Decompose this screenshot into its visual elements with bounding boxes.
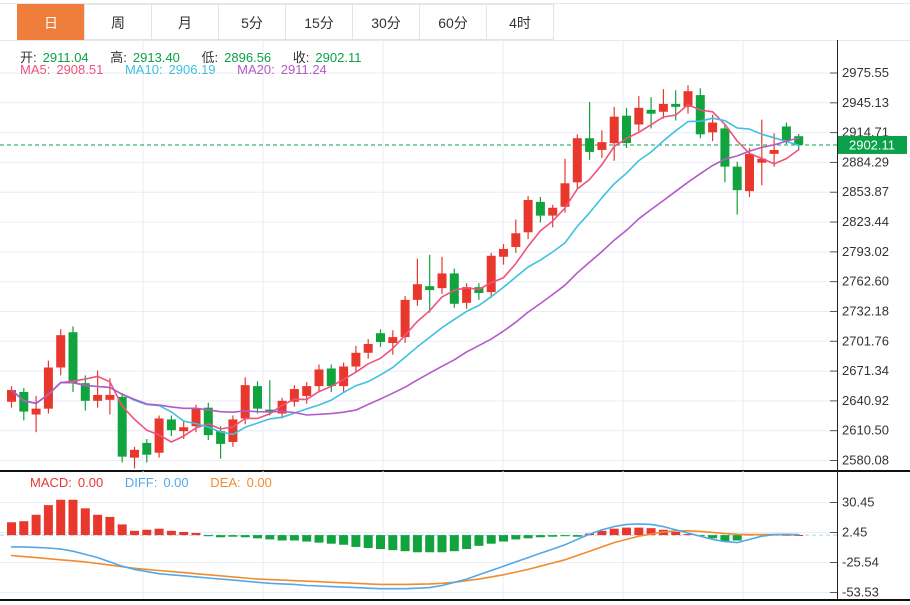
timeframe-tab-bar: 日周月5分15分30分60分4时 [18, 4, 554, 40]
macd-chart-svg[interactable]: 30.45 2.45 -25.54 -53.53 [0, 471, 910, 600]
ma5-label: MA5: [20, 62, 50, 77]
ma5-value: 2908.51 [56, 62, 103, 77]
svg-text:2945.13: 2945.13 [842, 95, 889, 110]
svg-text:2732.18: 2732.18 [842, 303, 889, 318]
main-candlestick-chart[interactable]: 2975.552945.132914.712884.292853.872823.… [0, 40, 910, 475]
svg-text:30.45: 30.45 [842, 495, 875, 510]
svg-text:2902.11: 2902.11 [849, 137, 895, 152]
ma10-label: MA10: [125, 62, 163, 77]
tab-60min[interactable]: 60分 [419, 4, 487, 40]
svg-text:-53.53: -53.53 [842, 584, 879, 599]
price-axis-line [837, 40, 838, 600]
svg-text:2762.60: 2762.60 [842, 274, 889, 289]
main-chart-svg[interactable]: 2975.552945.132914.712884.292853.872823.… [0, 40, 910, 470]
macd-legend: MACD: 0.00 DIFF: 0.00 DEA: 0.00 [30, 475, 278, 490]
diff-label: DIFF: [125, 475, 158, 490]
dea-value: 0.00 [247, 475, 272, 490]
tab-5min[interactable]: 5分 [218, 4, 286, 40]
svg-text:2671.34: 2671.34 [842, 363, 889, 378]
ma-legend: MA5: 2908.51 MA10: 2906.19 MA20: 2911.24 [20, 62, 333, 77]
svg-text:2701.76: 2701.76 [842, 333, 889, 348]
svg-text:2823.44: 2823.44 [842, 214, 889, 229]
tab-day[interactable]: 日 [17, 4, 85, 40]
tab-month[interactable]: 月 [151, 4, 219, 40]
svg-text:2793.02: 2793.02 [842, 244, 889, 259]
ma10-value: 2906.19 [169, 62, 216, 77]
tab-30min[interactable]: 30分 [352, 4, 420, 40]
bottom-border [0, 599, 910, 601]
ma20-value: 2911.24 [281, 62, 327, 77]
tab-15min[interactable]: 15分 [285, 4, 353, 40]
macd-label: MACD: [30, 475, 72, 490]
svg-text:-25.54: -25.54 [842, 554, 879, 569]
svg-text:2640.92: 2640.92 [842, 393, 889, 408]
tab-4hour[interactable]: 4时 [486, 4, 554, 40]
macd-chart[interactable]: 30.45 2.45 -25.54 -53.53 [0, 471, 910, 605]
macd-value: 0.00 [78, 475, 103, 490]
svg-text:2853.87: 2853.87 [842, 184, 889, 199]
svg-text:2884.29: 2884.29 [842, 154, 889, 169]
svg-text:2975.55: 2975.55 [842, 65, 889, 80]
ma20-label: MA20: [237, 62, 275, 77]
diff-value: 0.00 [163, 475, 188, 490]
dea-label: DEA: [210, 475, 240, 490]
tab-week[interactable]: 周 [84, 4, 152, 40]
svg-text:2580.08: 2580.08 [842, 453, 889, 468]
svg-text:2610.50: 2610.50 [842, 423, 889, 438]
svg-text:2.45: 2.45 [842, 525, 867, 540]
